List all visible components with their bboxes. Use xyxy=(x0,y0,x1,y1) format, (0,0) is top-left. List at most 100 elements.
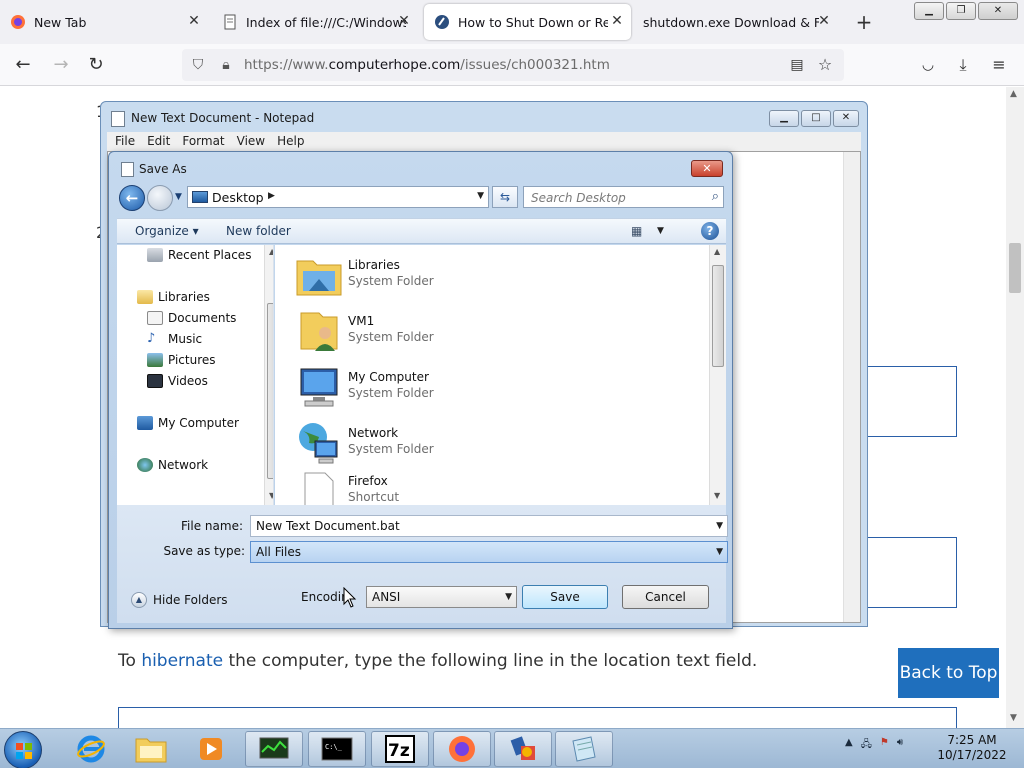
close-icon[interactable]: ✕ xyxy=(609,13,625,29)
list-item-my-computer[interactable]: My Computer System Folder xyxy=(295,363,434,411)
page-scrollbar[interactable]: ▲ ▼ xyxy=(1006,87,1024,728)
close-icon[interactable]: ✕ xyxy=(396,13,412,29)
hide-folders-button[interactable]: ▲ Hide Folders xyxy=(131,592,228,608)
shield-icon[interactable]: ⛉ xyxy=(188,55,208,75)
scroll-up-icon[interactable]: ▲ xyxy=(714,247,720,256)
taskbar-program[interactable] xyxy=(494,731,552,767)
minimize-button[interactable]: ▁ xyxy=(914,2,944,20)
notepad-scrollbar[interactable] xyxy=(843,152,860,622)
scroll-down-icon[interactable]: ▼ xyxy=(269,491,273,500)
cancel-button[interactable]: Cancel xyxy=(622,585,709,609)
taskbar-7zip[interactable]: 7z xyxy=(371,731,429,767)
history-dropdown-icon[interactable]: ▼ xyxy=(175,192,182,202)
volume-icon[interactable]: 🔊︎ xyxy=(897,737,903,754)
downloads-icon[interactable]: ⤓ xyxy=(950,53,976,77)
tab-shutdown-exe[interactable]: shutdown.exe Download & Fix Fo ✕ xyxy=(633,0,838,44)
forward-button[interactable]: → xyxy=(48,53,74,77)
scroll-down-icon[interactable]: ▼ xyxy=(714,491,720,500)
taskbar-clock[interactable]: 7:25 AM 10/17/2022 xyxy=(932,733,1012,763)
search-desktop-input[interactable]: Search Desktop ⌕ xyxy=(523,186,724,208)
notepad-minimize-button[interactable]: ▁ xyxy=(769,110,799,127)
menu-file[interactable]: File xyxy=(115,132,135,151)
tree-item-my-computer[interactable]: My Computer xyxy=(137,416,239,430)
new-tab-button[interactable]: + xyxy=(852,10,876,34)
list-item-network[interactable]: Network System Folder xyxy=(295,419,434,467)
bookmark-star-icon[interactable]: ☆ xyxy=(812,53,838,77)
encoding-select[interactable]: ANSI ▼ xyxy=(366,586,517,608)
scroll-up-icon[interactable]: ▲ xyxy=(269,247,273,256)
menu-edit[interactable]: Edit xyxy=(147,132,170,151)
scrollbar-thumb[interactable] xyxy=(267,303,273,479)
file-name-input[interactable]: New Text Document.bat ▼ xyxy=(250,515,728,537)
network-tray-icon[interactable]: 🖧︎ xyxy=(861,737,872,754)
tree-item-recent-places[interactable]: Recent Places xyxy=(147,248,251,262)
tab-index-of-file[interactable]: Index of file:///C:/Windows/ ✕ xyxy=(212,0,418,44)
address-bar[interactable]: Desktop ▶ ▼ xyxy=(187,186,489,208)
menu-format[interactable]: Format xyxy=(182,132,224,151)
start-button[interactable] xyxy=(4,731,42,768)
tree-item-videos[interactable]: Videos xyxy=(147,374,208,388)
taskbar-internet-explorer[interactable] xyxy=(62,731,120,767)
tree-scrollbar[interactable]: ▲ ▼ xyxy=(264,245,273,505)
action-center-icon[interactable]: ⚑ xyxy=(880,737,889,754)
back-arrow-icon[interactable]: ← xyxy=(119,185,145,211)
help-icon[interactable]: ? xyxy=(701,222,719,240)
dialog-close-button[interactable]: ✕ xyxy=(691,160,723,177)
notepad-close-button[interactable]: ✕ xyxy=(833,110,859,127)
tab-how-to-shut-down[interactable]: How to Shut Down or Restart ✕ xyxy=(424,4,631,40)
organize-button[interactable]: Organize ▾ xyxy=(135,224,199,238)
tab-new-tab[interactable]: New Tab ✕ xyxy=(0,0,208,44)
hibernate-link[interactable]: hibernate xyxy=(141,651,223,671)
close-window-button[interactable]: ✕ xyxy=(978,2,1018,20)
menu-view[interactable]: View xyxy=(237,132,265,151)
chevron-down-icon[interactable]: ▼ xyxy=(716,542,723,562)
address-text[interactable]: Desktop xyxy=(212,190,264,205)
taskbar-task-manager[interactable] xyxy=(245,731,303,767)
back-to-top-button[interactable]: Back to Top xyxy=(898,648,999,698)
refresh-icon[interactable]: ⇆ xyxy=(492,186,518,208)
file-list-scrollbar[interactable]: ▲ ▼ xyxy=(709,245,726,505)
taskbar-command-prompt[interactable]: C:\_ xyxy=(308,731,366,767)
chevron-down-icon[interactable]: ▼ xyxy=(505,587,512,607)
chevron-right-icon[interactable]: ▶ xyxy=(268,191,275,201)
tree-item-documents[interactable]: Documents xyxy=(147,311,236,325)
back-button[interactable]: ← xyxy=(10,53,36,77)
show-hidden-icons[interactable]: ▲ xyxy=(845,737,853,754)
scroll-down-icon[interactable]: ▼ xyxy=(1010,713,1017,723)
taskbar-firefox[interactable] xyxy=(433,731,491,767)
tree-item-network[interactable]: Network xyxy=(137,458,208,472)
chevron-down-icon[interactable]: ▼ xyxy=(716,516,723,536)
scrollbar-thumb[interactable] xyxy=(1009,243,1021,293)
view-options-icon[interactable]: ▦ xyxy=(631,224,647,238)
save-button[interactable]: Save xyxy=(522,585,608,609)
menu-icon[interactable]: ≡ xyxy=(986,53,1012,77)
list-item-vm1[interactable]: VM1 System Folder xyxy=(295,307,434,355)
taskbar-media-player[interactable] xyxy=(182,731,240,767)
maximize-button[interactable]: ❐ xyxy=(946,2,976,20)
tree-item-libraries[interactable]: Libraries xyxy=(137,290,210,304)
scrollbar-thumb[interactable] xyxy=(712,265,724,367)
tree-item-pictures[interactable]: Pictures xyxy=(147,353,216,367)
chevron-down-icon[interactable]: ▼ xyxy=(477,191,484,201)
reader-view-icon[interactable]: ▤ xyxy=(784,53,810,77)
taskbar-notepad[interactable] xyxy=(555,731,613,767)
tree-item-music[interactable]: ♪ Music xyxy=(147,332,202,347)
pocket-icon[interactable]: ◡ xyxy=(915,53,941,77)
taskbar-explorer[interactable] xyxy=(122,731,180,767)
forward-arrow-icon[interactable] xyxy=(147,185,173,211)
reload-button[interactable]: ↻ xyxy=(83,53,109,77)
chevron-down-icon[interactable]: ▼ xyxy=(657,226,664,236)
save-as-type-select[interactable]: All Files ▼ xyxy=(250,541,728,563)
scroll-up-icon[interactable]: ▲ xyxy=(1010,89,1017,99)
new-folder-button[interactable]: New folder xyxy=(226,224,291,238)
list-item-libraries[interactable]: Libraries System Folder xyxy=(295,251,434,299)
close-icon[interactable]: ✕ xyxy=(186,13,202,29)
notepad-maximize-button[interactable]: □ xyxy=(801,110,831,127)
menu-help[interactable]: Help xyxy=(277,132,304,151)
list-item-firefox[interactable]: Firefox Shortcut xyxy=(295,467,399,505)
lock-icon[interactable]: 🔒︎ xyxy=(216,55,236,75)
file-name-label: File name: xyxy=(181,519,243,533)
close-icon[interactable]: ✕ xyxy=(816,13,832,29)
search-icon[interactable]: ⌕ xyxy=(712,189,719,204)
url-bar[interactable]: ⛉ 🔒︎ https://www.computerhope.com/issues… xyxy=(182,49,844,81)
